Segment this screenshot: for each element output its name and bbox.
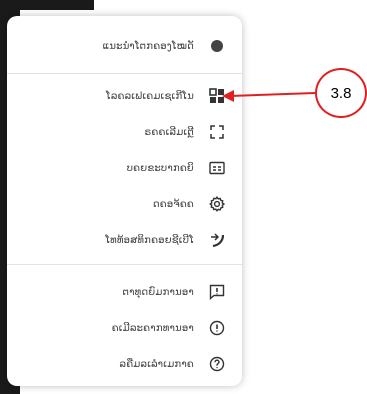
screen: ແນະນຳໂຕກຄອງໂໝດັ ໂລຄລເຟເຄມເຊເກີໂນ ຣຄຄເລີມ… bbox=[0, 0, 367, 394]
annotation-label: 3.8 bbox=[330, 84, 352, 102]
annotation-callout: 3.8 bbox=[315, 68, 367, 118]
annotation-arrow bbox=[222, 90, 316, 102]
